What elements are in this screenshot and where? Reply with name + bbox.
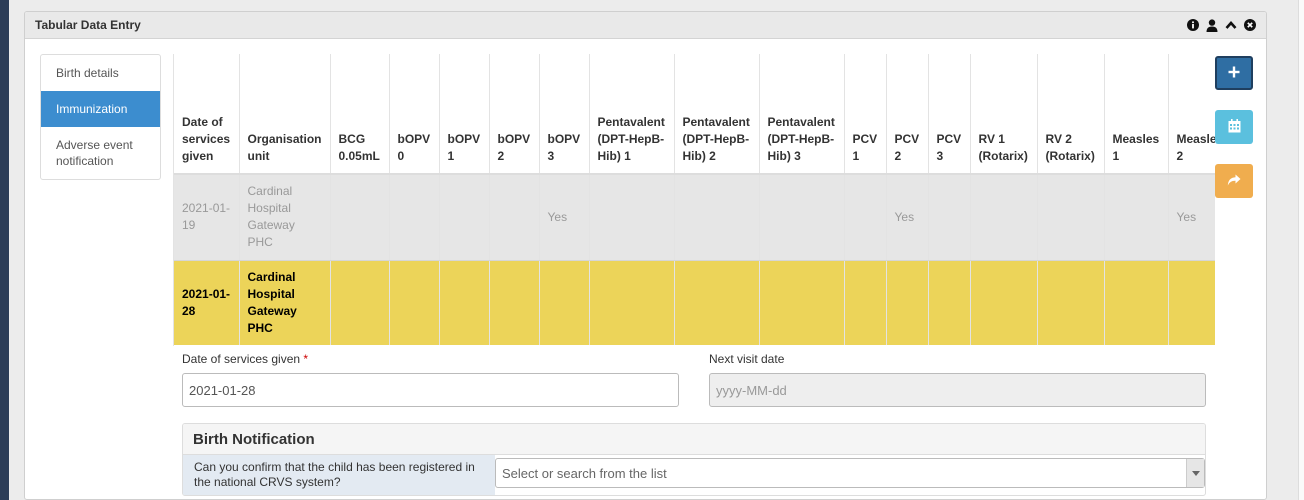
table-cell [589,174,675,261]
next-visit-date-label: Next visit date [709,352,785,366]
section-title: Birth Notification [183,424,1205,455]
required-marker: * [303,352,309,366]
column-header: BCG 0.05mL [330,54,390,175]
nav-item-birth-details[interactable]: Birth details [41,55,160,91]
table-cell: Yes [1168,174,1215,261]
table-cell [1104,260,1169,345]
table-row-past-event[interactable]: 2021-01-19 Cardinal Hospital Gateway PHC… [174,174,1215,261]
date-of-services-field: Date of services given * 2021-01-28 [182,352,679,407]
column-header: Pentavalent (DPT-HepB-Hib) 1 [589,54,675,175]
refer-event-button[interactable] [1215,164,1253,198]
widget-header-icons [1186,18,1256,32]
date-of-services-label: Date of services given * [182,352,679,368]
column-header: Pentavalent (DPT-HepB-Hib) 3 [759,54,845,175]
close-icon[interactable] [1243,19,1256,32]
table-cell [759,174,845,261]
widget-header: Tabular Data Entry [25,12,1266,39]
table-cell: Cardinal Hospital Gateway PHC [239,260,331,345]
table-cell [489,260,540,345]
nav-item-adverse-event-notification[interactable]: Adverse event notification [41,127,160,179]
table-cell [928,174,971,261]
next-visit-date-field: Next visit date yyyy-MM-dd [709,352,1206,407]
birth-notification-section: Birth Notification Can you confirm that … [182,423,1206,496]
table-cell [439,260,490,345]
table-cell [1104,174,1169,261]
table-cell [674,260,760,345]
app-left-strip [0,0,9,500]
table-header-row: Date of services given Organisation unit… [174,54,1215,175]
table-cell [389,174,440,261]
table-cell: 2021-01-28 [174,260,240,345]
table-cell [844,260,887,345]
column-header: bOPV 1 [439,54,490,175]
table-cell [1037,260,1105,345]
table-row-current-event[interactable]: 2021-01-28 Cardinal Hospital Gateway PHC [174,260,1215,345]
select-placeholder: Select or search from the list [502,465,667,481]
share-icon [1227,174,1241,189]
table-cell: Yes [539,174,590,261]
column-header: Date of services given [174,54,240,175]
column-header: Measles 2 [1168,54,1215,175]
table-cell [928,260,971,345]
table-cell [389,260,440,345]
schedule-event-button[interactable] [1215,110,1253,144]
section-body: Can you confirm that the child has been … [183,455,1205,495]
column-header: RV 1 (Rotarix) [970,54,1038,175]
table-cell [330,174,390,261]
info-icon[interactable] [1186,19,1199,32]
column-header: PCV 1 [844,54,887,175]
table-cell [674,174,760,261]
add-event-button[interactable] [1215,56,1253,90]
widget-title: Tabular Data Entry [35,18,141,32]
next-visit-date-input[interactable]: yyyy-MM-dd [709,373,1206,407]
calendar-icon [1228,118,1241,136]
date-of-services-input[interactable]: 2021-01-28 [182,373,679,407]
table-cell: 2021-01-19 [174,174,240,261]
nav-item-label: Adverse event notification [56,138,133,168]
crvs-answer-select[interactable]: Select or search from the list [495,458,1205,488]
column-header: bOPV 0 [389,54,440,175]
table-cell [330,260,390,345]
chevron-down-icon[interactable] [1186,459,1204,487]
table-cell [759,260,845,345]
crvs-answer-cell: Select or search from the list [495,455,1205,495]
event-form: Date of services given * 2021-01-28 Next… [182,352,1206,496]
column-header: RV 2 (Rotarix) [1037,54,1105,175]
table-cell [489,174,540,261]
column-header: PCV 2 [886,54,929,175]
table-cell: Yes [886,174,929,261]
table-cell [844,174,887,261]
immunization-table: Date of services given Organisation unit… [174,54,1215,345]
event-action-buttons [1215,56,1255,218]
column-header: Organisation unit [239,54,331,175]
table-cell [439,174,490,261]
column-header: PCV 3 [928,54,971,175]
nav-item-immunization[interactable]: Immunization [41,91,160,127]
table-cell [970,174,1038,261]
column-header: Measles 1 [1104,54,1169,175]
immunization-table-container: Date of services given Organisation unit… [173,54,1215,346]
plus-icon [1228,66,1240,81]
tabular-data-entry-widget: Tabular Data Entry Birth details Immuniz… [24,11,1267,500]
date-of-services-label-text: Date of services given [182,352,301,366]
app-right-strip [1298,0,1304,500]
crvs-question-label: Can you confirm that the child has been … [183,455,495,495]
column-header: bOPV 3 [539,54,590,175]
table-cell: Cardinal Hospital Gateway PHC [239,174,331,261]
table-cell [539,260,590,345]
table-cell [970,260,1038,345]
section-nav: Birth details Immunization Adverse event… [40,54,161,180]
column-header: Pentavalent (DPT-HepB-Hib) 2 [674,54,760,175]
table-cell [1168,260,1215,345]
table-cell [589,260,675,345]
table-cell [1037,174,1105,261]
table-cell [886,260,929,345]
event-dates-row: Date of services given * 2021-01-28 Next… [182,352,1206,407]
chevron-up-icon[interactable] [1224,19,1237,32]
column-header: bOPV 2 [489,54,540,175]
nav-item-label: Birth details [56,66,119,80]
nav-item-label: Immunization [56,102,128,116]
user-icon[interactable] [1205,18,1218,32]
